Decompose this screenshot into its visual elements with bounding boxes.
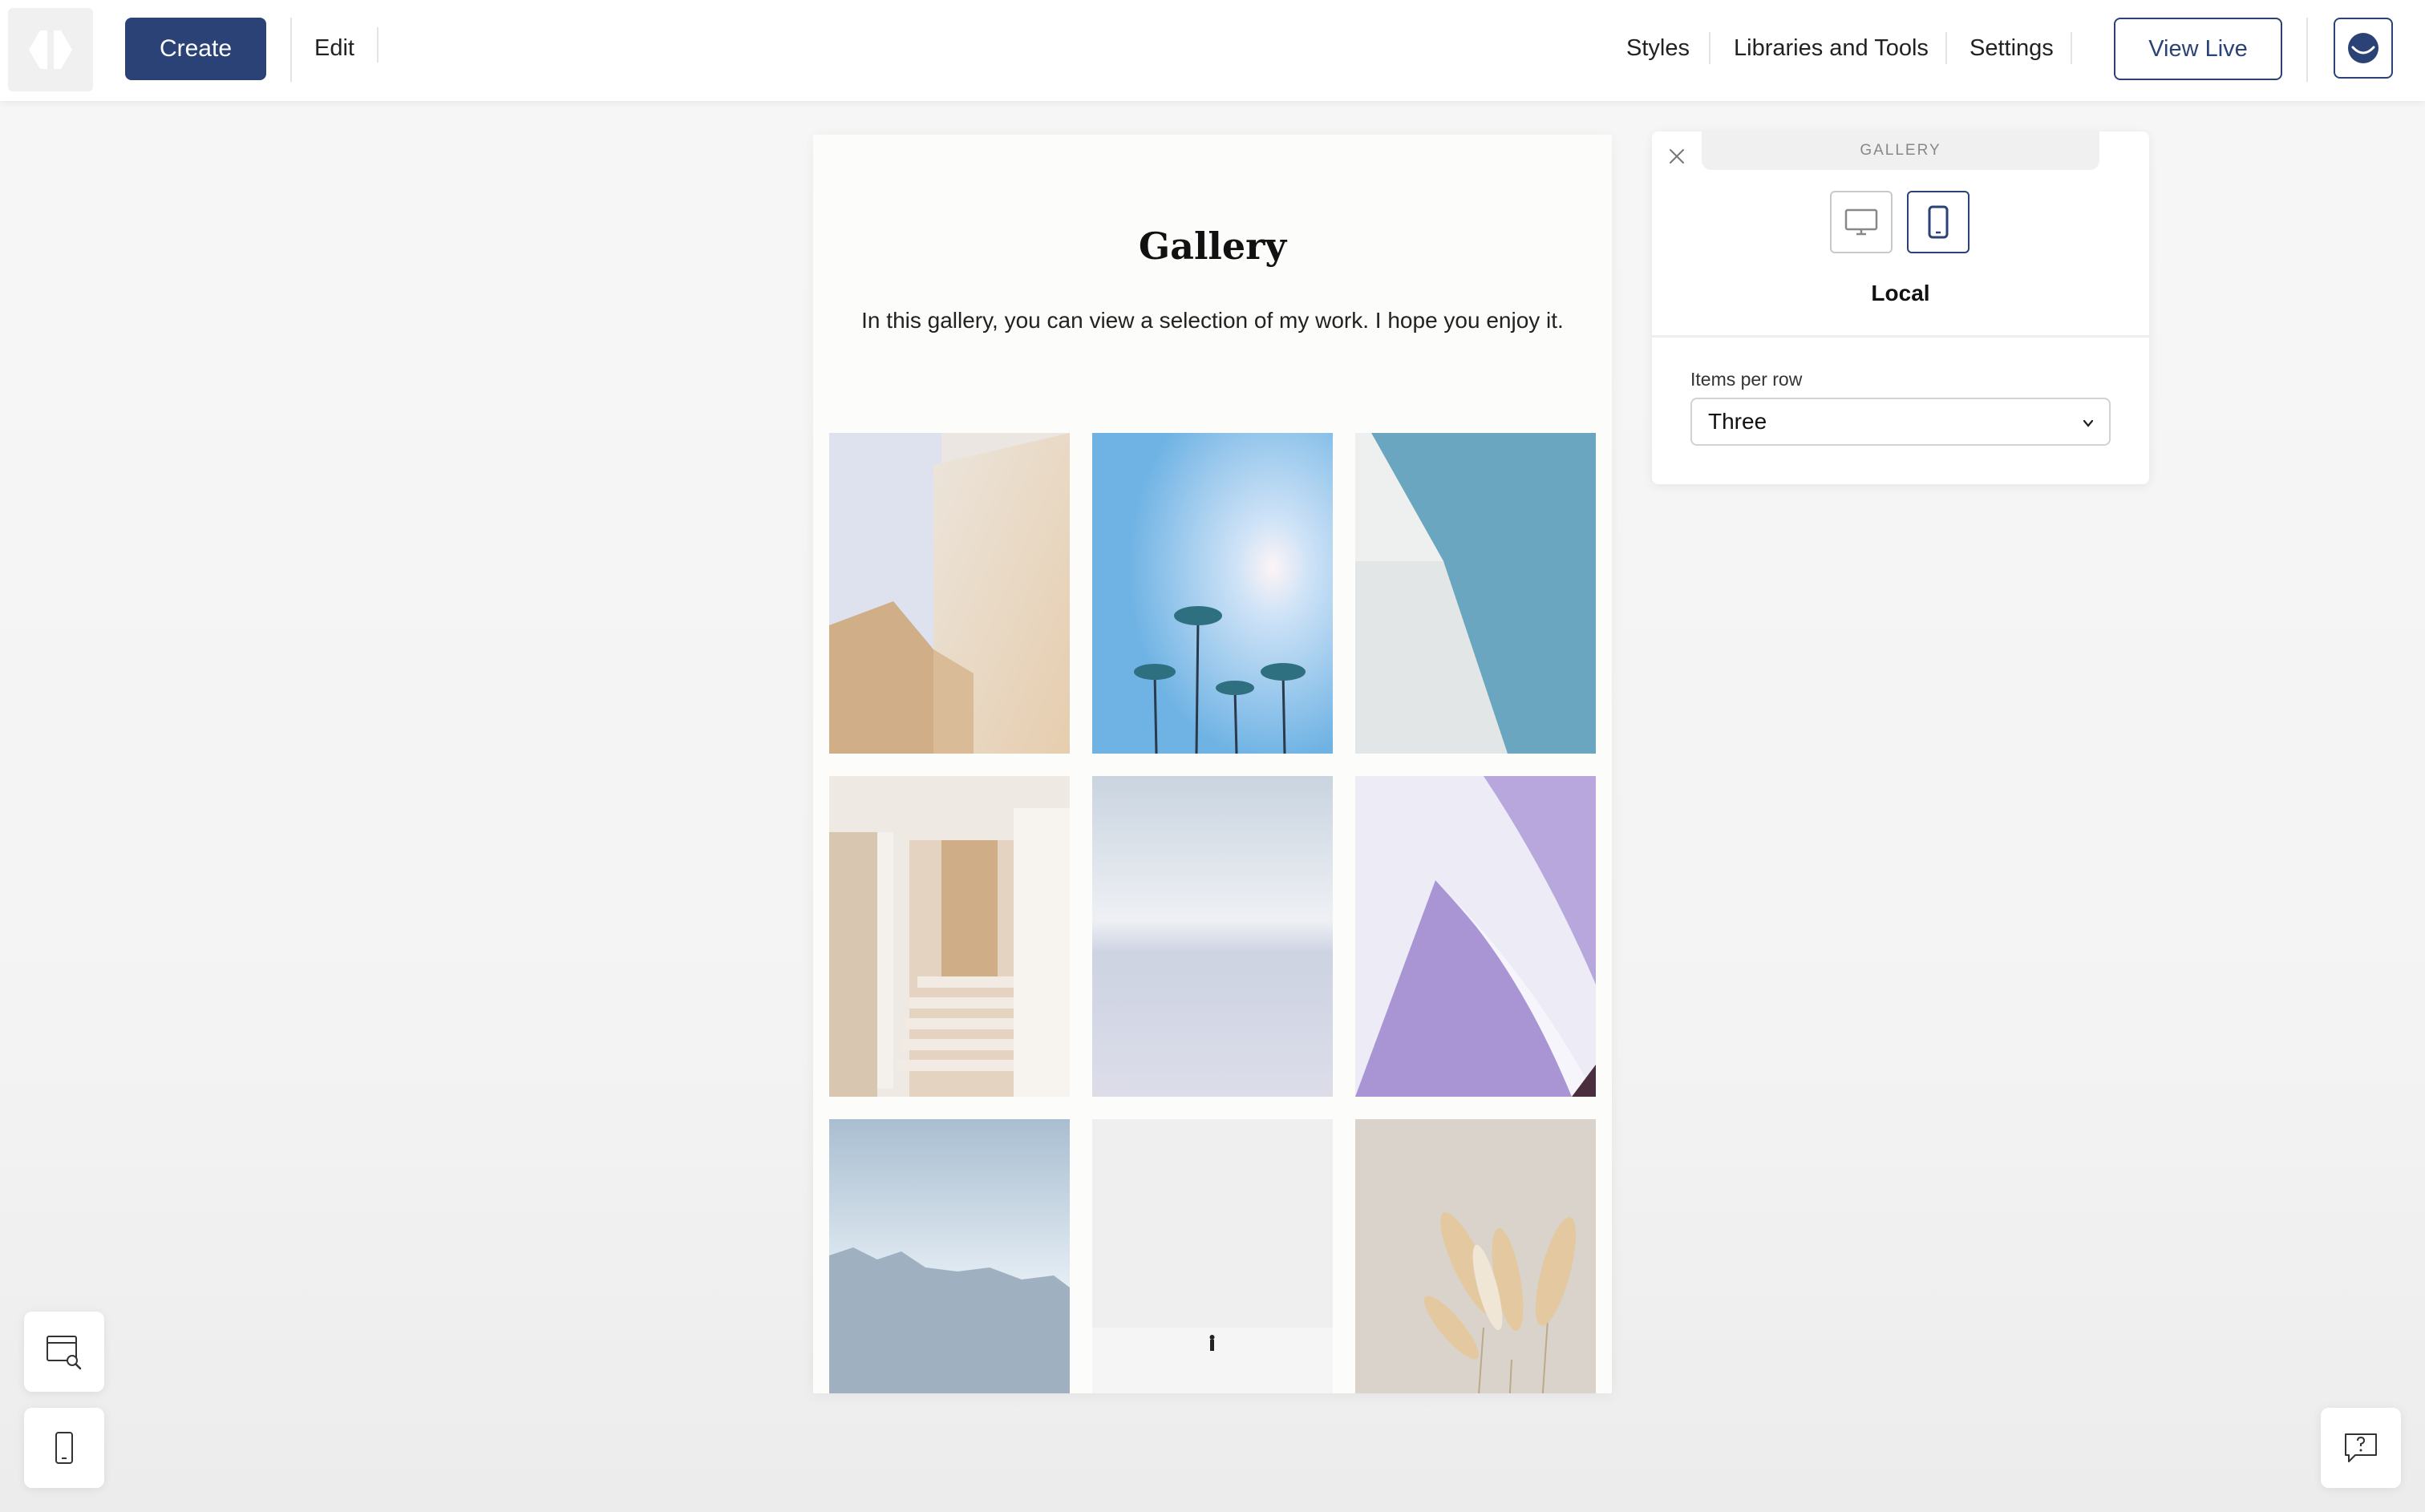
close-icon [1670, 149, 1684, 164]
logo-icon [29, 30, 72, 69]
gallery-image[interactable] [829, 433, 1070, 754]
divider [377, 27, 379, 63]
gallery-image[interactable] [1092, 433, 1333, 754]
items-per-row-select[interactable]: Three [1690, 398, 2111, 446]
help-chat-icon [2345, 1433, 2377, 1462]
panel-divider [1652, 335, 2149, 338]
gallery-image[interactable] [1355, 433, 1596, 754]
divider [1945, 32, 1947, 64]
chevron-down-icon [2083, 419, 2094, 427]
account-button[interactable] [2334, 18, 2393, 79]
mobile-icon [1928, 205, 1949, 239]
close-panel-button[interactable] [1663, 143, 1690, 170]
app-logo[interactable] [8, 8, 93, 91]
items-per-row-value: Three [1708, 409, 1767, 434]
items-per-row-label: Items per row [1690, 369, 1803, 390]
browser-search-icon [47, 1336, 82, 1370]
gallery-grid[interactable] [829, 433, 1596, 1393]
mobile-preview-button[interactable] [24, 1408, 104, 1488]
gallery-image[interactable] [1092, 776, 1333, 1097]
page-title[interactable]: Gallery [813, 224, 1612, 268]
mobile-icon [55, 1432, 73, 1464]
divider [2306, 18, 2308, 82]
nav-styles[interactable]: Styles [1626, 32, 1690, 64]
divider [1709, 32, 1710, 64]
smiley-avatar-icon [2348, 33, 2378, 63]
gallery-image[interactable] [1355, 1119, 1596, 1393]
gallery-image[interactable] [829, 776, 1070, 1097]
top-toolbar: Create Edit Styles Libraries and Tools S… [0, 0, 2425, 101]
scope-label: Local [1871, 281, 1930, 305]
page-description[interactable]: In this gallery, you can view a selectio… [813, 308, 1612, 334]
divider [2071, 32, 2072, 64]
panel-tab-gallery: GALLERY [1702, 131, 2099, 170]
desktop-view-button[interactable] [1830, 191, 1893, 253]
create-button[interactable]: Create [125, 18, 266, 80]
gallery-image[interactable] [829, 1119, 1070, 1393]
view-live-button[interactable]: View Live [2114, 18, 2282, 80]
seo-preview-button[interactable] [24, 1312, 104, 1392]
mobile-view-button[interactable] [1907, 191, 1970, 253]
gallery-image[interactable] [1092, 1119, 1333, 1393]
page-preview: Gallery In this gallery, you can view a … [813, 135, 1612, 1393]
gallery-settings-panel: GALLERY Local Items per row Three [1652, 131, 2149, 484]
nav-libraries-and-tools[interactable]: Libraries and Tools [1734, 32, 1929, 64]
help-button[interactable] [2321, 1408, 2401, 1488]
divider [290, 18, 292, 82]
desktop-icon [1844, 208, 1878, 236]
nav-settings[interactable]: Settings [1970, 32, 2054, 64]
edit-button[interactable]: Edit [314, 32, 354, 64]
gallery-image[interactable] [1355, 776, 1596, 1097]
